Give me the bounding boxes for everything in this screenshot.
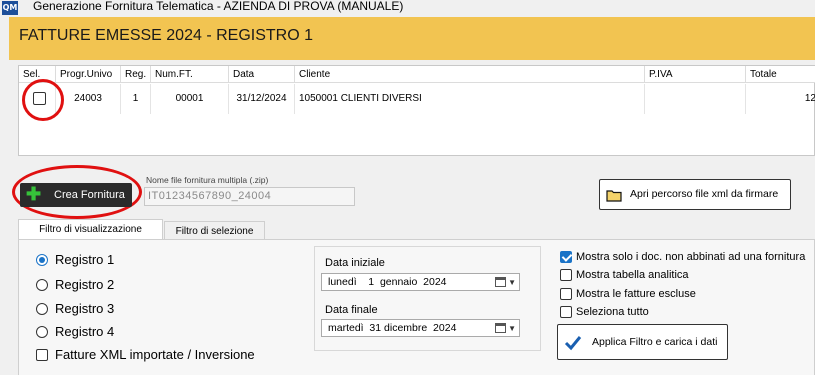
cell-data: 31/12/2024 <box>229 84 295 114</box>
highlight-ring-checkbox <box>22 79 64 121</box>
folder-icon <box>606 190 622 202</box>
cell-reg: 1 <box>121 84 151 114</box>
cell-num: 00001 <box>151 84 229 114</box>
registro-2-label: Registro 2 <box>55 277 115 292</box>
column-header-cliente[interactable]: Cliente <box>295 66 645 83</box>
registro-3-label: Registro 3 <box>55 301 115 316</box>
non-abbinati-label: Mostra solo i doc. non abbinati ad una f… <box>576 251 806 263</box>
data-iniziale-label: Data iniziale <box>325 257 385 269</box>
tabella-analitica-label: Mostra tabella analitica <box>576 269 689 281</box>
cell-totale: 12 <box>804 93 815 104</box>
chevron-down-icon[interactable]: ▼ <box>508 321 516 337</box>
xml-importate-label: Fatture XML importate / Inversione <box>55 347 255 362</box>
page-title: FATTURE EMESSE 2024 - REGISTRO 1 <box>19 27 313 44</box>
apri-percorso-label: Apri percorso file xml da firmare <box>630 188 779 200</box>
calendar-icon[interactable] <box>495 323 506 333</box>
xml-importate-checkbox[interactable] <box>36 349 48 361</box>
seleziona-tutto-checkbox[interactable] <box>560 306 572 318</box>
data-iniziale-value: lunedì 1 gennaio 2024 <box>328 276 447 288</box>
data-finale-value: martedì 31 dicembre 2024 <box>328 322 457 334</box>
registro-1-radio[interactable] <box>36 254 48 266</box>
crea-fornitura-label: Crea Fornitura <box>54 189 125 201</box>
page-header: FATTURE EMESSE 2024 - REGISTRO 1 <box>9 17 815 60</box>
column-header-num[interactable]: Num.FT. <box>151 66 229 83</box>
checkmark-icon <box>564 336 582 351</box>
applica-filtro-label: Applica Filtro e carica i dati <box>592 336 718 348</box>
registro-1-label: Registro 1 <box>55 252 115 267</box>
data-finale-label: Data finale <box>325 304 378 316</box>
tabella-analitica-checkbox[interactable] <box>560 269 572 281</box>
column-header-reg[interactable]: Reg. <box>121 66 151 83</box>
window-title: Generazione Fornitura Telematica - AZIEN… <box>33 0 404 13</box>
registro-3-radio[interactable] <box>36 303 48 315</box>
zip-filename-label: Nome file fornitura multipla (.zip) <box>146 175 269 185</box>
cell-cliente: 1050001 CLIENTI DIVERSI <box>295 84 645 114</box>
column-header-data[interactable]: Data <box>229 66 295 83</box>
applica-filtro-button[interactable]: Applica Filtro e carica i dati <box>557 324 728 360</box>
seleziona-tutto-label: Seleziona tutto <box>576 306 649 318</box>
apri-percorso-button[interactable]: Apri percorso file xml da firmare <box>599 179 791 210</box>
invoice-grid: Sel. Progr.Univo Reg. Num.FT. Data Clien… <box>18 65 815 156</box>
tab-filtro-visualizzazione[interactable]: Filtro di visualizzazione <box>18 219 163 239</box>
registro-4-label: Registro 4 <box>55 324 115 339</box>
data-iniziale-picker[interactable]: lunedì 1 gennaio 2024 ▼ <box>321 273 520 291</box>
crea-fornitura-button[interactable]: ✚ Crea Fornitura <box>20 183 132 207</box>
cell-progr: 24003 <box>56 84 121 114</box>
plus-icon: ✚ <box>26 184 42 204</box>
registro-4-radio[interactable] <box>36 326 48 338</box>
window-titlebar: QM Generazione Fornitura Telematica - AZ… <box>0 0 815 17</box>
cell-piva <box>645 84 746 114</box>
non-abbinati-checkbox[interactable] <box>560 251 572 263</box>
chevron-down-icon[interactable]: ▼ <box>508 275 516 291</box>
zip-filename-field[interactable]: IT01234567890_24004 <box>144 187 355 206</box>
column-header-piva[interactable]: P.IVA <box>645 66 746 83</box>
registro-2-radio[interactable] <box>36 279 48 291</box>
calendar-icon[interactable] <box>495 277 506 287</box>
fatture-escluse-checkbox[interactable] <box>560 288 572 300</box>
app-icon: QM <box>2 1 18 15</box>
column-header-progr[interactable]: Progr.Univo <box>56 66 121 83</box>
data-finale-picker[interactable]: martedì 31 dicembre 2024 ▼ <box>321 319 520 337</box>
tab-filtro-selezione[interactable]: Filtro di selezione <box>164 221 265 241</box>
column-header-totale[interactable]: Totale <box>746 66 815 83</box>
fatture-escluse-label: Mostra le fatture escluse <box>576 288 696 300</box>
